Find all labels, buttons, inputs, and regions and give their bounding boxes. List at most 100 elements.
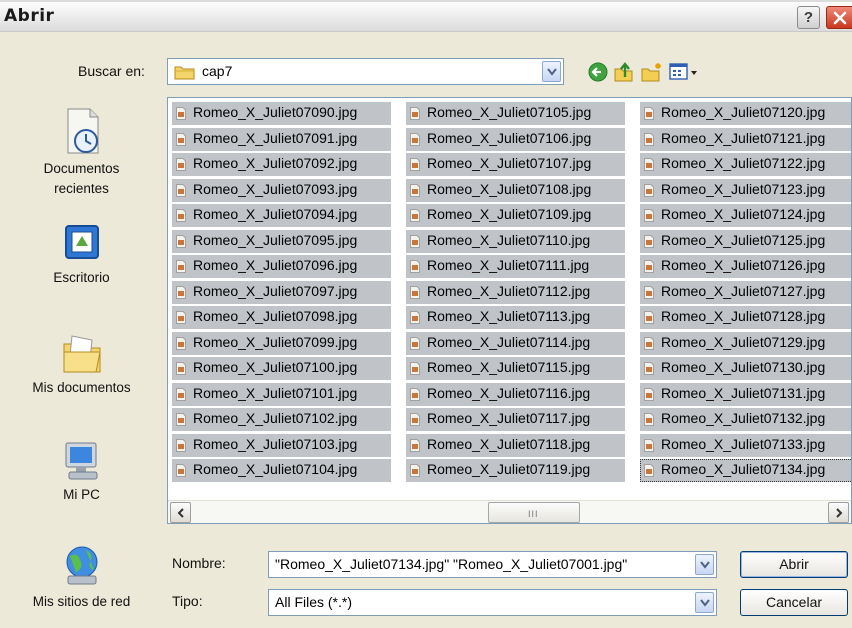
- title-bar[interactable]: Abrir ?: [0, 2, 852, 32]
- filename-dropdown-button[interactable]: [695, 554, 714, 575]
- jpg-file-icon: [644, 285, 654, 299]
- file-item[interactable]: Romeo_X_Juliet07102.jpg: [172, 408, 391, 431]
- new-folder-icon[interactable]: [640, 61, 664, 83]
- jpg-file-icon: [176, 387, 186, 401]
- file-item[interactable]: Romeo_X_Juliet07133.jpg: [640, 433, 851, 457]
- file-item[interactable]: Romeo_X_Juliet07100.jpg: [172, 357, 391, 380]
- close-button[interactable]: [826, 6, 852, 29]
- file-item[interactable]: Romeo_X_Juliet07090.jpg: [172, 102, 391, 125]
- file-item[interactable]: Romeo_X_Juliet07105.jpg: [406, 102, 625, 125]
- file-item[interactable]: Romeo_X_Juliet07131.jpg: [640, 382, 851, 406]
- file-item[interactable]: Romeo_X_Juliet07111.jpg: [406, 255, 625, 278]
- file-item[interactable]: Romeo_X_Juliet07124.jpg: [640, 204, 851, 227]
- file-name: Romeo_X_Juliet07119.jpg: [427, 461, 591, 477]
- place-label-recent: Documentos recientes: [43, 161, 120, 196]
- file-name: Romeo_X_Juliet07099.jpg: [193, 333, 358, 350]
- file-name: Romeo_X_Juliet07127.jpg: [661, 282, 826, 299]
- file-item[interactable]: Romeo_X_Juliet07095.jpg: [172, 229, 391, 253]
- file-item[interactable]: Romeo_X_Juliet07119.jpg: [406, 459, 625, 482]
- lookin-dropdown-button[interactable]: [542, 61, 561, 82]
- horizontal-scrollbar[interactable]: III: [168, 500, 851, 523]
- file-item[interactable]: Romeo_X_Juliet07103.jpg: [172, 433, 391, 457]
- jpg-file-icon: [410, 387, 420, 401]
- file-item[interactable]: Romeo_X_Juliet07106.jpg: [406, 127, 625, 151]
- file-list[interactable]: Romeo_X_Juliet07090.jpg Romeo_X_Juliet070…: [167, 97, 852, 524]
- file-item[interactable]: Romeo_X_Juliet07091.jpg: [172, 127, 391, 151]
- jpg-file-icon: [176, 336, 186, 350]
- file-item[interactable]: Romeo_X_Juliet07093.jpg: [172, 178, 391, 202]
- file-item[interactable]: Romeo_X_Juliet07101.jpg: [172, 382, 391, 406]
- file-item[interactable]: Romeo_X_Juliet07129.jpg: [640, 331, 851, 355]
- place-desktop[interactable]: Escritorio: [0, 222, 163, 288]
- jpg-file-icon: [644, 464, 654, 477]
- file-item[interactable]: Romeo_X_Juliet07092.jpg: [172, 153, 391, 176]
- file-name: Romeo_X_Juliet07106.jpg: [427, 129, 592, 146]
- file-name: Romeo_X_Juliet07102.jpg: [193, 410, 358, 426]
- view-menu-icon[interactable]: [668, 61, 700, 83]
- file-item[interactable]: Romeo_X_Juliet07098.jpg: [172, 306, 391, 329]
- file-item[interactable]: Romeo_X_Juliet07094.jpg: [172, 204, 391, 227]
- file-item[interactable]: Romeo_X_Juliet07099.jpg: [172, 331, 391, 355]
- file-name: Romeo_X_Juliet07131.jpg: [661, 384, 826, 401]
- cancel-button[interactable]: Cancelar: [740, 589, 848, 616]
- jpg-file-icon: [176, 413, 186, 426]
- file-item[interactable]: Romeo_X_Juliet07109.jpg: [406, 204, 625, 227]
- jpg-file-icon: [644, 362, 654, 375]
- jpg-file-icon: [644, 107, 654, 120]
- file-item[interactable]: Romeo_X_Juliet07120.jpg: [640, 102, 851, 125]
- filetype-dropdown-button[interactable]: [695, 592, 714, 613]
- file-item[interactable]: Romeo_X_Juliet07114.jpg: [406, 331, 625, 355]
- file-item[interactable]: Romeo_X_Juliet07107.jpg: [406, 153, 625, 176]
- place-my-computer[interactable]: Mi PC: [0, 437, 163, 505]
- filename-value: "Romeo_X_Juliet07134.jpg" "Romeo_X_Julie…: [275, 556, 628, 572]
- file-item[interactable]: Romeo_X_Juliet07127.jpg: [640, 280, 851, 304]
- place-my-documents[interactable]: Mis documentos: [0, 330, 163, 398]
- file-item[interactable]: Romeo_X_Juliet07108.jpg: [406, 178, 625, 202]
- filename-input[interactable]: "Romeo_X_Juliet07134.jpg" "Romeo_X_Julie…: [268, 551, 717, 578]
- chevron-down-icon: [700, 599, 710, 607]
- file-item[interactable]: Romeo_X_Juliet07118.jpg: [406, 433, 625, 457]
- jpg-file-icon: [644, 387, 654, 401]
- jpg-file-icon: [644, 209, 654, 222]
- file-item[interactable]: Romeo_X_Juliet07126.jpg: [640, 255, 851, 278]
- file-item[interactable]: Romeo_X_Juliet07132.jpg: [640, 408, 851, 431]
- filetype-select[interactable]: All Files (*.*): [268, 589, 717, 616]
- help-button[interactable]: ?: [797, 6, 820, 29]
- file-item[interactable]: Romeo_X_Juliet07117.jpg: [406, 408, 625, 431]
- file-item[interactable]: Romeo_X_Juliet07097.jpg: [172, 280, 391, 304]
- file-item[interactable]: Romeo_X_Juliet07116.jpg: [406, 382, 625, 406]
- file-item[interactable]: Romeo_X_Juliet07110.jpg: [406, 229, 625, 253]
- scroll-right-button[interactable]: [828, 502, 849, 523]
- file-item[interactable]: Romeo_X_Juliet07123.jpg: [640, 178, 851, 202]
- file-name: Romeo_X_Juliet07126.jpg: [661, 257, 826, 273]
- scroll-thumb[interactable]: III: [488, 502, 580, 523]
- file-name: Romeo_X_Juliet07120.jpg: [661, 104, 826, 120]
- file-item[interactable]: Romeo_X_Juliet07104.jpg: [172, 459, 391, 482]
- file-item[interactable]: Romeo_X_Juliet07122.jpg: [640, 153, 851, 176]
- file-item[interactable]: Romeo_X_Juliet07121.jpg: [640, 127, 851, 151]
- file-item[interactable]: Romeo_X_Juliet07128.jpg: [640, 306, 851, 329]
- up-folder-icon[interactable]: [612, 61, 636, 83]
- back-arrow-icon[interactable]: [587, 61, 609, 83]
- scroll-left-button[interactable]: [170, 502, 191, 523]
- places-bar: Documentos recientes Escritorio Mis docu…: [0, 97, 163, 625]
- file-name: Romeo_X_Juliet07130.jpg: [661, 359, 826, 375]
- file-item[interactable]: Romeo_X_Juliet07096.jpg: [172, 255, 391, 278]
- file-item[interactable]: Romeo_X_Juliet07130.jpg: [640, 357, 851, 380]
- lookin-combobox[interactable]: cap7: [167, 58, 564, 85]
- file-item[interactable]: Romeo_X_Juliet07134.jpg: [640, 459, 851, 482]
- open-file-dialog: Abrir ? Buscar en: cap7 Documentos recie…: [0, 2, 852, 628]
- file-name: Romeo_X_Juliet07103.jpg: [193, 435, 358, 452]
- place-recent-documents[interactable]: Documentos recientes: [0, 107, 163, 199]
- file-item[interactable]: Romeo_X_Juliet07115.jpg: [406, 357, 625, 380]
- jpg-file-icon: [176, 311, 186, 324]
- file-name: Romeo_X_Juliet07133.jpg: [661, 435, 826, 452]
- file-item[interactable]: Romeo_X_Juliet07125.jpg: [640, 229, 851, 253]
- file-item[interactable]: Romeo_X_Juliet07112.jpg: [406, 280, 625, 304]
- file-item[interactable]: Romeo_X_Juliet07113.jpg: [406, 306, 625, 329]
- open-button[interactable]: Abrir: [740, 551, 848, 578]
- place-network[interactable]: Mis sitios de red: [0, 542, 163, 612]
- close-icon: [833, 11, 847, 25]
- jpg-file-icon: [410, 107, 420, 120]
- file-name: Romeo_X_Juliet07097.jpg: [193, 282, 358, 299]
